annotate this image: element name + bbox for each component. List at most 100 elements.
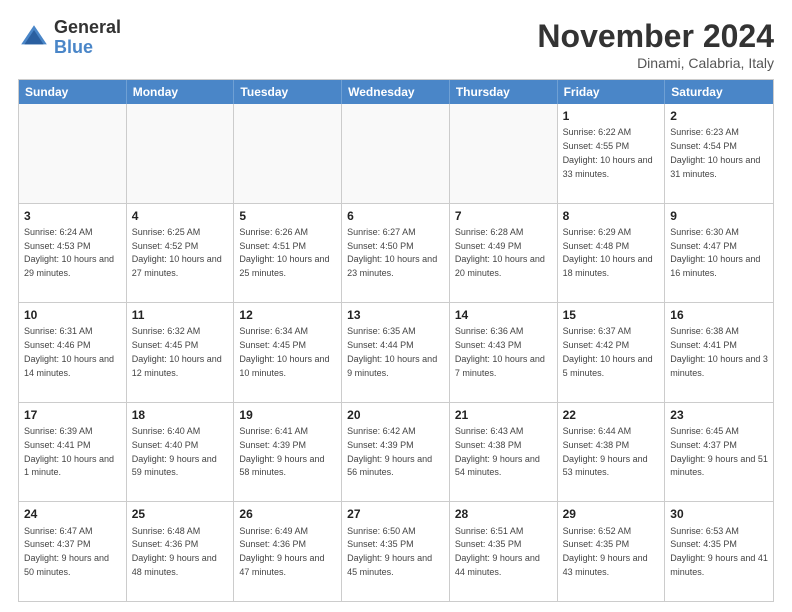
- day-cell-30: 30 Sunrise: 6:53 AM Sunset: 4:35 PM Dayli…: [665, 502, 773, 601]
- day-number: 24: [24, 506, 121, 522]
- cell-info: Sunrise: 6:32 AM Sunset: 4:45 PM Dayligh…: [132, 326, 222, 377]
- day-number: 25: [132, 506, 229, 522]
- day-number: 15: [563, 307, 660, 323]
- day-number: 22: [563, 407, 660, 423]
- day-cell-27: 27 Sunrise: 6:50 AM Sunset: 4:35 PM Dayli…: [342, 502, 450, 601]
- day-number: 27: [347, 506, 444, 522]
- day-cell-10: 10Sunrise: 6:31 AM Sunset: 4:46 PM Dayli…: [19, 303, 127, 402]
- day-cell-23: 23 Sunrise: 6:45 AM Sunset: 4:37 PM Dayli…: [665, 403, 773, 502]
- weekday-header-saturday: Saturday: [665, 80, 773, 104]
- cell-info: Sunrise: 6:29 AM Sunset: 4:48 PM Dayligh…: [563, 227, 653, 278]
- day-number: 18: [132, 407, 229, 423]
- day-cell-19: 19 Sunrise: 6:41 AM Sunset: 4:39 PM Dayli…: [234, 403, 342, 502]
- logo-text: General Blue: [54, 18, 121, 58]
- cell-info: Sunrise: 6:47 AM Sunset: 4:37 PM Dayligh…: [24, 526, 109, 577]
- day-number: 26: [239, 506, 336, 522]
- calendar-row-4: 17 Sunrise: 6:39 AM Sunset: 4:41 PM Dayli…: [19, 402, 773, 502]
- empty-cell: [127, 104, 235, 203]
- day-number: 12: [239, 307, 336, 323]
- cell-info: Sunrise: 6:22 AM Sunset: 4:55 PM Dayligh…: [563, 127, 653, 178]
- empty-cell: [342, 104, 450, 203]
- day-number: 5: [239, 208, 336, 224]
- cell-info: Sunrise: 6:49 AM Sunset: 4:36 PM Dayligh…: [239, 526, 324, 577]
- cell-info: Sunrise: 6:34 AM Sunset: 4:45 PM Dayligh…: [239, 326, 329, 377]
- day-number: 16: [670, 307, 768, 323]
- day-cell-8: 8 Sunrise: 6:29 AM Sunset: 4:48 PM Daylig…: [558, 204, 666, 303]
- day-cell-24: 24 Sunrise: 6:47 AM Sunset: 4:37 PM Dayli…: [19, 502, 127, 601]
- logo-line1: General: [54, 18, 121, 38]
- weekday-header-friday: Friday: [558, 80, 666, 104]
- logo-line2: Blue: [54, 38, 121, 58]
- day-cell-29: 29 Sunrise: 6:52 AM Sunset: 4:35 PM Dayli…: [558, 502, 666, 601]
- cell-info: Sunrise: 6:40 AM Sunset: 4:40 PM Dayligh…: [132, 426, 217, 477]
- weekday-header-thursday: Thursday: [450, 80, 558, 104]
- page: General Blue November 2024 Dinami, Calab…: [0, 0, 792, 612]
- day-number: 7: [455, 208, 552, 224]
- cell-info: Sunrise: 6:38 AM Sunset: 4:41 PM Dayligh…: [670, 326, 768, 377]
- day-number: 30: [670, 506, 768, 522]
- day-cell-18: 18 Sunrise: 6:40 AM Sunset: 4:40 PM Dayli…: [127, 403, 235, 502]
- cell-info: Sunrise: 6:25 AM Sunset: 4:52 PM Dayligh…: [132, 227, 222, 278]
- empty-cell: [19, 104, 127, 203]
- cell-info: Sunrise: 6:28 AM Sunset: 4:49 PM Dayligh…: [455, 227, 545, 278]
- day-cell-1: 1 Sunrise: 6:22 AM Sunset: 4:55 PM Daylig…: [558, 104, 666, 203]
- day-cell-9: 9 Sunrise: 6:30 AM Sunset: 4:47 PM Daylig…: [665, 204, 773, 303]
- day-number: 9: [670, 208, 768, 224]
- cell-info: Sunrise: 6:41 AM Sunset: 4:39 PM Dayligh…: [239, 426, 324, 477]
- cell-info: Sunrise: 6:51 AM Sunset: 4:35 PM Dayligh…: [455, 526, 540, 577]
- cell-info: Sunrise: 6:44 AM Sunset: 4:38 PM Dayligh…: [563, 426, 648, 477]
- day-number: 14: [455, 307, 552, 323]
- day-number: 11: [132, 307, 229, 323]
- cell-info: Sunrise: 6:35 AM Sunset: 4:44 PM Dayligh…: [347, 326, 437, 377]
- location: Dinami, Calabria, Italy: [537, 55, 774, 71]
- day-cell-15: 15Sunrise: 6:37 AM Sunset: 4:42 PM Dayli…: [558, 303, 666, 402]
- logo-icon: [18, 22, 50, 54]
- day-number: 13: [347, 307, 444, 323]
- cell-info: Sunrise: 6:43 AM Sunset: 4:38 PM Dayligh…: [455, 426, 540, 477]
- day-cell-21: 21 Sunrise: 6:43 AM Sunset: 4:38 PM Dayli…: [450, 403, 558, 502]
- day-number: 21: [455, 407, 552, 423]
- day-cell-13: 13 Sunrise: 6:35 AM Sunset: 4:44 PM Dayli…: [342, 303, 450, 402]
- empty-cell: [450, 104, 558, 203]
- day-number: 1: [563, 108, 660, 124]
- cell-info: Sunrise: 6:53 AM Sunset: 4:35 PM Dayligh…: [670, 526, 768, 577]
- cell-info: Sunrise: 6:31 AM Sunset: 4:46 PM Dayligh…: [24, 326, 114, 377]
- weekday-header-monday: Monday: [127, 80, 235, 104]
- day-cell-16: 16 Sunrise: 6:38 AM Sunset: 4:41 PM Dayli…: [665, 303, 773, 402]
- cell-info: Sunrise: 6:26 AM Sunset: 4:51 PM Dayligh…: [239, 227, 329, 278]
- month-title: November 2024: [537, 18, 774, 55]
- day-number: 28: [455, 506, 552, 522]
- cell-info: Sunrise: 6:45 AM Sunset: 4:37 PM Dayligh…: [670, 426, 768, 477]
- day-number: 3: [24, 208, 121, 224]
- cell-info: Sunrise: 6:39 AM Sunset: 4:41 PM Dayligh…: [24, 426, 114, 477]
- day-cell-14: 14Sunrise: 6:36 AM Sunset: 4:43 PM Dayli…: [450, 303, 558, 402]
- day-number: 17: [24, 407, 121, 423]
- day-number: 2: [670, 108, 768, 124]
- cell-info: Sunrise: 6:48 AM Sunset: 4:36 PM Dayligh…: [132, 526, 217, 577]
- day-cell-7: 7 Sunrise: 6:28 AM Sunset: 4:49 PM Daylig…: [450, 204, 558, 303]
- day-number: 29: [563, 506, 660, 522]
- calendar-row-3: 10Sunrise: 6:31 AM Sunset: 4:46 PM Dayli…: [19, 302, 773, 402]
- calendar-header: SundayMondayTuesdayWednesdayThursdayFrid…: [19, 80, 773, 104]
- day-cell-26: 26 Sunrise: 6:49 AM Sunset: 4:36 PM Dayli…: [234, 502, 342, 601]
- day-cell-3: 3Sunrise: 6:24 AM Sunset: 4:53 PM Daylig…: [19, 204, 127, 303]
- day-cell-28: 28 Sunrise: 6:51 AM Sunset: 4:35 PM Dayli…: [450, 502, 558, 601]
- cell-info: Sunrise: 6:52 AM Sunset: 4:35 PM Dayligh…: [563, 526, 648, 577]
- day-number: 8: [563, 208, 660, 224]
- calendar-row-2: 3Sunrise: 6:24 AM Sunset: 4:53 PM Daylig…: [19, 203, 773, 303]
- day-cell-4: 4 Sunrise: 6:25 AM Sunset: 4:52 PM Daylig…: [127, 204, 235, 303]
- logo: General Blue: [18, 18, 121, 58]
- cell-info: Sunrise: 6:23 AM Sunset: 4:54 PM Dayligh…: [670, 127, 760, 178]
- calendar-row-1: 1 Sunrise: 6:22 AM Sunset: 4:55 PM Daylig…: [19, 104, 773, 203]
- day-cell-2: 2 Sunrise: 6:23 AM Sunset: 4:54 PM Daylig…: [665, 104, 773, 203]
- day-number: 23: [670, 407, 768, 423]
- day-cell-5: 5 Sunrise: 6:26 AM Sunset: 4:51 PM Daylig…: [234, 204, 342, 303]
- header: General Blue November 2024 Dinami, Calab…: [18, 18, 774, 71]
- day-number: 4: [132, 208, 229, 224]
- cell-info: Sunrise: 6:30 AM Sunset: 4:47 PM Dayligh…: [670, 227, 760, 278]
- weekday-header-tuesday: Tuesday: [234, 80, 342, 104]
- empty-cell: [234, 104, 342, 203]
- day-cell-22: 22 Sunrise: 6:44 AM Sunset: 4:38 PM Dayli…: [558, 403, 666, 502]
- cell-info: Sunrise: 6:50 AM Sunset: 4:35 PM Dayligh…: [347, 526, 432, 577]
- day-number: 19: [239, 407, 336, 423]
